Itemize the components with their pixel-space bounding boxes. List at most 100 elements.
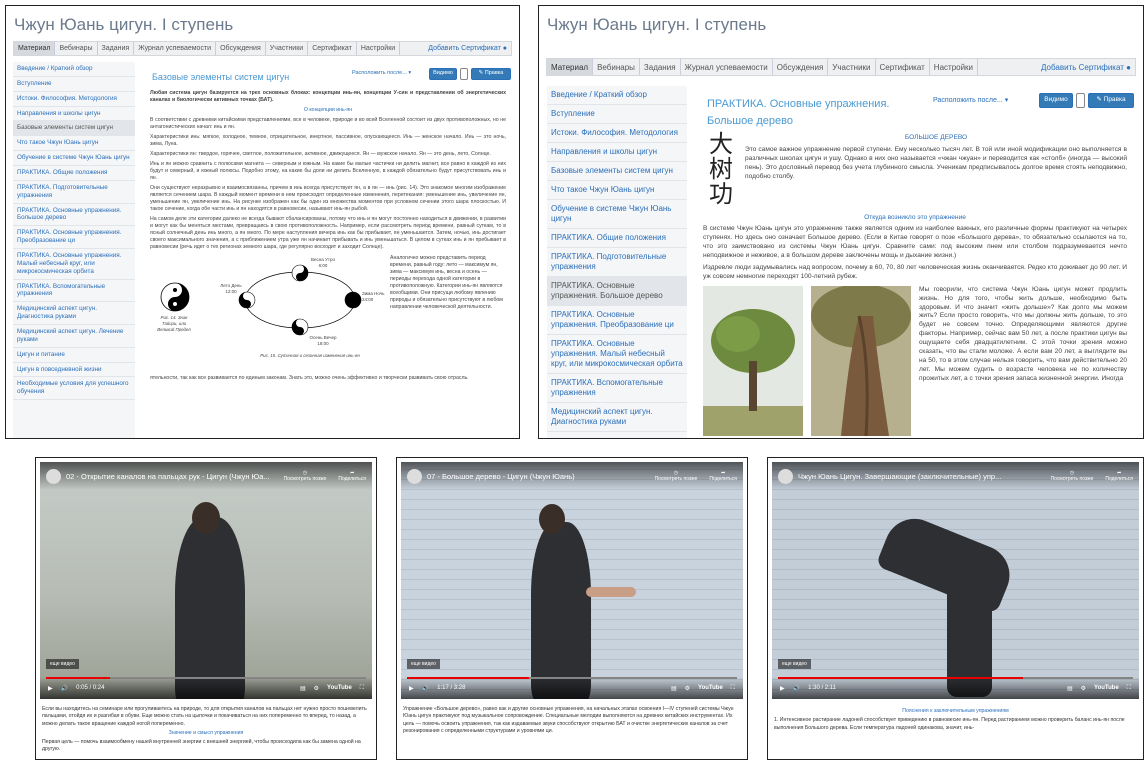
settings-icon[interactable]: ⚙ [1081, 685, 1086, 692]
sidebar-item[interactable]: Медицинский аспект цигун. Диагностика ру… [547, 403, 687, 432]
sidebar-item[interactable]: ПРАКТИКА. Основные упражнения. Большое д… [547, 277, 687, 306]
visible-button[interactable]: Видимо [429, 68, 457, 80]
subtitles-icon[interactable]: ▤ [300, 685, 306, 692]
sidebar-item[interactable]: Необходимые условия для успешного обучен… [13, 377, 135, 401]
channel-avatar[interactable] [778, 468, 793, 484]
sidebar-item[interactable]: Обучение в системе Чжун Юань цигун [13, 151, 135, 167]
sidebar-item[interactable]: Медицинский аспект цигун. Диагностика ру… [13, 302, 135, 326]
watch-later-button[interactable]: ◷ Посмотреть позже [655, 470, 698, 482]
add-certificate-link[interactable]: Добавить Сертификат ● [428, 45, 511, 52]
sidebar-item[interactable]: Направления и школы цигун [13, 107, 135, 122]
video-card-big-tree: 07 - Большое дерево - Цигун (Чжун Юань) … [396, 457, 748, 760]
youtube-logo[interactable]: YouTube [698, 685, 723, 691]
edit-button[interactable]: ✎ Правка [471, 68, 511, 80]
fullscreen-icon[interactable]: ⛶ [360, 685, 364, 692]
more-videos-button[interactable]: еще видео [778, 659, 811, 669]
sidebar-item[interactable]: Базовые элементы систем цигун [13, 121, 135, 137]
share-button[interactable]: ➦ Поделиться [709, 470, 737, 482]
fullscreen-icon[interactable]: ⛶ [731, 685, 735, 692]
video-player[interactable]: Чжун Юань Цигун. Завершающие (заключител… [772, 462, 1139, 699]
sidebar-item[interactable]: ПРАКТИКА. Общие положения [547, 229, 687, 248]
play-icon[interactable]: ▶ [48, 685, 53, 692]
sort-after-dropdown[interactable]: Расположить после... ▾ [352, 70, 411, 77]
sidebar-item[interactable]: ПРАКТИКА. Подготовительные упражнения [13, 181, 135, 204]
explanation-link[interactable]: Пояснения к заключительным упражнениям [774, 708, 1137, 715]
settings-icon[interactable]: ⚙ [314, 685, 319, 692]
sidebar-item[interactable]: Истоки. Философия. Методология [13, 92, 135, 107]
edit-button[interactable]: ✎ Правка [1088, 93, 1134, 108]
tab-settings[interactable]: Настройки [930, 59, 979, 75]
more-videos-button[interactable]: еще видео [46, 659, 79, 669]
tab-tasks[interactable]: Задания [640, 59, 681, 75]
fullscreen-icon[interactable]: ⛶ [1127, 685, 1131, 692]
sidebar-item[interactable]: ПРАКТИКА. Основные упражнения. Малый неб… [13, 249, 135, 280]
sidebar-item[interactable]: Обучение в системе Чжун Юань цигун [547, 200, 687, 229]
volume-icon[interactable]: 🔊 [793, 685, 800, 692]
visibility-toggle[interactable] [1076, 93, 1085, 108]
tab-settings[interactable]: Настройки [357, 42, 401, 55]
tab-certificate[interactable]: Сертификат [876, 59, 930, 75]
content-buttons: Видимо ✎ Правка [429, 68, 511, 80]
sidebar-item[interactable]: Базовые элементы систем цигун [547, 162, 687, 181]
more-videos-button[interactable]: еще видео [407, 659, 440, 669]
tab-webinars[interactable]: Вебинары [593, 59, 640, 75]
sidebar-item[interactable]: Введение / Краткий обзор [547, 86, 687, 105]
visibility-toggle[interactable] [460, 68, 468, 80]
meaning-link[interactable]: Значение и смысл упражнения [42, 730, 370, 737]
play-icon[interactable]: ▶ [409, 685, 414, 692]
sidebar-item[interactable]: ПРАКТИКА. Общие положения [13, 166, 135, 181]
subtitles-icon[interactable]: ▤ [1067, 685, 1073, 692]
sidebar-item[interactable]: ПРАКТИКА. Основные упражнения. Преобразо… [547, 306, 687, 335]
channel-avatar[interactable] [46, 468, 61, 484]
youtube-logo[interactable]: YouTube [327, 685, 352, 691]
share-button[interactable]: ➦ Поделиться [338, 470, 366, 482]
sidebar-item[interactable]: ПРАКТИКА. Вспомогательные упражнения [13, 280, 135, 303]
subtitles-icon[interactable]: ▤ [671, 685, 677, 692]
tab-webinars[interactable]: Вебинары [55, 42, 98, 55]
play-icon[interactable]: ▶ [780, 685, 785, 692]
sidebar-item[interactable]: Что такое Чжун Юань цигун [547, 181, 687, 200]
tab-material[interactable]: Материал [547, 59, 594, 75]
volume-icon[interactable]: 🔊 [61, 685, 68, 692]
tab-participants[interactable]: Участники [828, 59, 876, 75]
sidebar-item[interactable]: ПРАКТИКА. Подготовительные упражнения [547, 248, 687, 277]
sidebar-item[interactable]: ПРАКТИКА. Основные упражнения. Малый неб… [547, 335, 687, 374]
video-title[interactable]: 07 - Большое дерево - Цигун (Чжун Юань) [427, 472, 575, 481]
sidebar-item[interactable]: Введение / Краткий обзор [13, 62, 135, 77]
visible-button[interactable]: Видимо [1039, 93, 1073, 108]
tab-gradebook[interactable]: Журнал успеваемости [134, 42, 217, 55]
sidebar-item[interactable]: Медицинский аспект цигун. Лечение руками [13, 325, 135, 348]
volume-icon[interactable]: 🔊 [422, 685, 429, 692]
sidebar-item[interactable]: Что такое Чжун Юань цигун [13, 136, 135, 152]
tab-discussions[interactable]: Обсуждения [773, 59, 829, 75]
watch-later-button[interactable]: ◷ Посмотреть позже [1051, 470, 1094, 482]
share-button[interactable]: ➦ Поделиться [1105, 470, 1133, 482]
sidebar-item[interactable]: Цигун в повседневной жизни [13, 363, 135, 378]
tab-discussions[interactable]: Обсуждения [216, 42, 266, 55]
video-player[interactable]: 07 - Большое дерево - Цигун (Чжун Юань) … [401, 462, 743, 699]
tab-material[interactable]: Материал [14, 42, 56, 55]
sidebar-item[interactable]: Вступление [13, 77, 135, 92]
video-player[interactable]: 02 - Открытие каналов на пальцах рук - Ц… [40, 462, 372, 699]
add-certificate-link[interactable]: Добавить Сертификат ● [1041, 63, 1135, 72]
sidebar-item[interactable]: Истоки. Философия. Методология [547, 124, 687, 143]
sidebar-item[interactable]: Вступление [547, 105, 687, 124]
sort-after-dropdown[interactable]: Расположить после... ▾ [933, 96, 1008, 105]
tab-tasks[interactable]: Задания [98, 42, 135, 55]
sidebar-item[interactable]: Направления и школы цигун [547, 143, 687, 162]
sidebar-item[interactable]: ПРАКТИКА. Основные упражнения. Преобразо… [13, 226, 135, 250]
settings-icon[interactable]: ⚙ [685, 685, 690, 692]
video-person-head [539, 504, 565, 534]
youtube-logo[interactable]: YouTube [1094, 685, 1119, 691]
channel-avatar[interactable] [407, 468, 422, 484]
sidebar-item[interactable]: Цигун и питание [13, 348, 135, 363]
tab-certificate[interactable]: Сертификат [308, 42, 357, 55]
sidebar-item[interactable]: ПРАКТИКА. Основные упражнения. Большое д… [13, 204, 135, 227]
sidebar-item[interactable]: ПРАКТИКА. Вспомогательные упражнения [547, 374, 687, 403]
video-title[interactable]: Чжун Юань Цигун. Завершающие (заключител… [798, 472, 1001, 481]
tab-gradebook[interactable]: Журнал успеваемости [681, 59, 773, 75]
watch-later-button[interactable]: ◷ Посмотреть позже [284, 470, 327, 482]
info-icon: ● [502, 45, 507, 52]
tab-participants[interactable]: Участники [266, 42, 309, 55]
video-title[interactable]: 02 - Открытие каналов на пальцах рук - Ц… [66, 472, 270, 481]
